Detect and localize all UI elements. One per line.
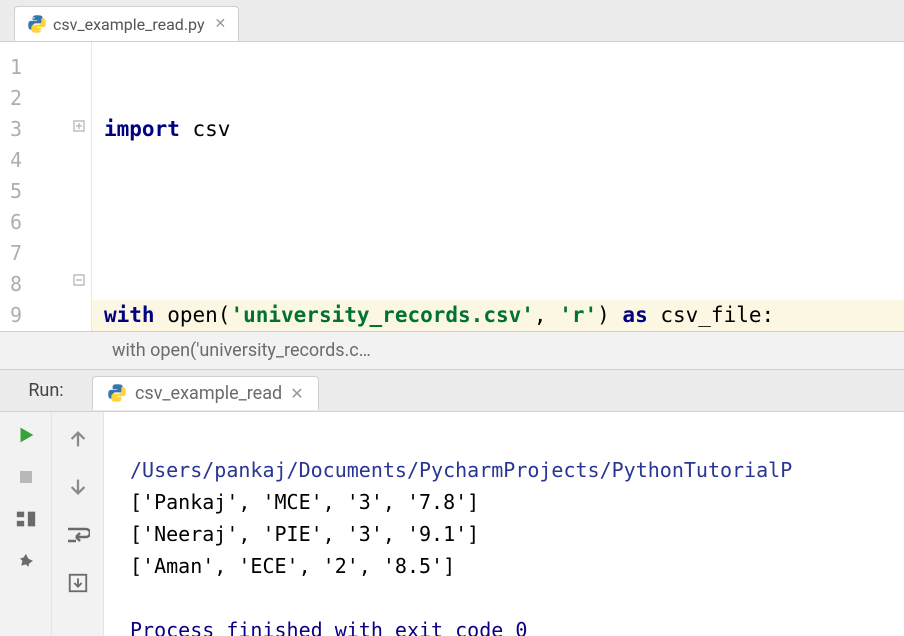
close-icon[interactable]: ✕ xyxy=(215,16,227,32)
console-exit: Process finished with exit code 0 xyxy=(130,618,527,636)
run-panel-header: Run: csv_example_read ✕ xyxy=(0,370,904,412)
run-tab-name: csv_example_read xyxy=(135,383,282,404)
console-output[interactable]: /Users/pankaj/Documents/PycharmProjects/… xyxy=(104,412,904,636)
code-text: csv xyxy=(180,117,231,141)
layout-icon[interactable] xyxy=(13,506,39,532)
code-area[interactable]: import csv with open('university_records… xyxy=(92,42,904,331)
pin-icon[interactable] xyxy=(13,548,39,574)
run-panel-body: /Users/pankaj/Documents/PycharmProjects/… xyxy=(0,412,904,636)
run-toolbar-nav xyxy=(52,412,104,636)
fold-end-icon[interactable] xyxy=(71,272,87,288)
breadcrumb-text: with open('university_records.c… xyxy=(112,340,371,361)
console-line: ['Pankaj', 'MCE', '3', '7.8'] xyxy=(130,490,479,514)
line-number: 3 xyxy=(0,114,50,145)
string-literal: 'r' xyxy=(559,303,597,327)
code-text: , xyxy=(534,303,559,327)
breadcrumb[interactable]: with open('university_records.c… xyxy=(0,332,904,370)
fold-toggle-icon[interactable] xyxy=(71,118,87,134)
arrow-up-icon[interactable] xyxy=(65,426,91,452)
editor-tab-bar: csv_example_read.py ✕ xyxy=(0,0,904,42)
keyword: as xyxy=(622,303,647,327)
code-text: csv_file: xyxy=(648,303,774,327)
python-file-icon xyxy=(27,14,47,34)
line-number: 9 xyxy=(0,300,50,331)
line-number: 2 xyxy=(0,83,50,114)
python-run-icon xyxy=(107,383,127,403)
line-number: 5 xyxy=(0,176,50,207)
stop-icon[interactable] xyxy=(13,464,39,490)
rerun-icon[interactable] xyxy=(13,422,39,448)
code-editor[interactable]: 1 2 3 4 5 6 7 8 9 import csv with open('… xyxy=(0,42,904,332)
code-text: open xyxy=(155,303,218,327)
console-line: ['Neeraj', 'PIE', '3', '9.1'] xyxy=(130,522,479,546)
line-number: 1 xyxy=(0,52,50,83)
code-text: ( xyxy=(218,303,231,327)
close-icon[interactable]: ✕ xyxy=(290,384,303,403)
run-label: Run: xyxy=(0,380,92,401)
console-path: /Users/pankaj/Documents/PycharmProjects/… xyxy=(130,458,792,482)
run-tab[interactable]: csv_example_read ✕ xyxy=(92,376,319,410)
arrow-down-icon[interactable] xyxy=(65,474,91,500)
tab-filename: csv_example_read.py xyxy=(53,15,205,34)
line-number: 7 xyxy=(0,238,50,269)
line-number: 4 xyxy=(0,145,50,176)
line-number: 8 xyxy=(0,269,50,300)
keyword: with xyxy=(104,303,155,327)
string-literal: 'university_records.csv' xyxy=(230,303,533,327)
code-text: ) xyxy=(597,303,622,327)
scroll-to-end-icon[interactable] xyxy=(65,570,91,596)
line-gutter: 1 2 3 4 5 6 7 8 9 xyxy=(0,42,92,331)
keyword: import xyxy=(104,117,180,141)
console-line: ['Aman', 'ECE', '2', '8.5'] xyxy=(130,554,455,578)
soft-wrap-icon[interactable] xyxy=(65,522,91,548)
run-toolbar-left xyxy=(0,412,52,636)
line-number: 6 xyxy=(0,207,50,238)
editor-tab[interactable]: csv_example_read.py ✕ xyxy=(14,6,239,41)
